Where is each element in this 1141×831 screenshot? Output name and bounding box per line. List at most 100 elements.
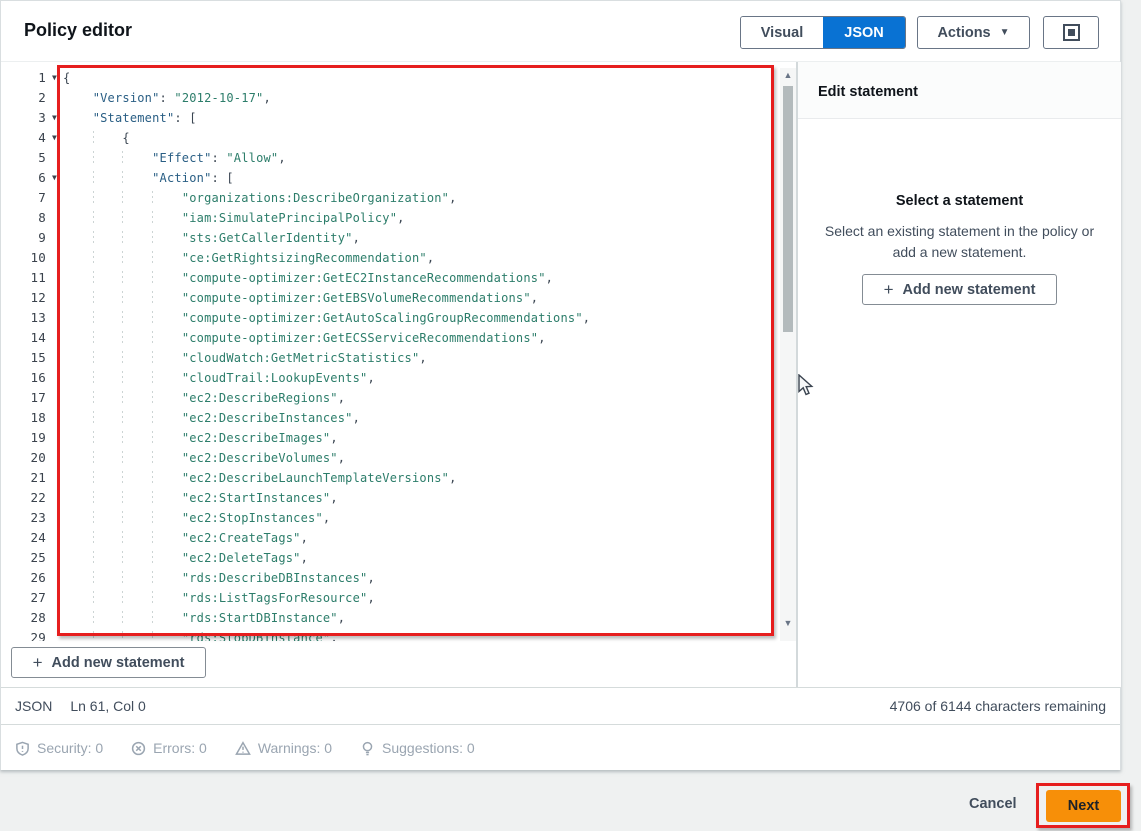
code-line: 4▼ { (1, 128, 780, 148)
code-line: 8 "iam:SimulatePrincipalPolicy", (1, 208, 780, 228)
code-line: 2 "Version": "2012-10-17", (1, 88, 780, 108)
next-button[interactable]: Next (1046, 790, 1121, 822)
security-findings[interactable]: Security: 0 (15, 740, 103, 756)
code-line: 17 "ec2:DescribeRegions", (1, 388, 780, 408)
line-number: 7 (1, 188, 46, 208)
add-new-statement-label: Add new statement (52, 655, 185, 671)
code-line: 15 "cloudWatch:GetMetricStatistics", (1, 348, 780, 368)
line-number: 22 (1, 488, 46, 508)
cancel-button[interactable]: Cancel (969, 796, 1017, 812)
scroll-down-icon[interactable]: ▼ (780, 618, 796, 628)
line-number: 24 (1, 528, 46, 548)
security-shield-icon (15, 741, 30, 756)
code-line: 26 "rds:DescribeDBInstances", (1, 568, 780, 588)
code-line: 13 "compute-optimizer:GetAutoScalingGrou… (1, 308, 780, 328)
editor-pane: 1▼{2 "Version": "2012-10-17",3▼ "Stateme… (1, 62, 796, 687)
editor-statusbar: JSON Ln 61, Col 0 4706 of 6144 character… (1, 687, 1120, 725)
code-line: 6▼ "Action": [ (1, 168, 780, 188)
chevron-down-icon: ▼ (1000, 27, 1010, 38)
code-line: 10 "ce:GetRightsizingRecommendation", (1, 248, 780, 268)
line-number: 23 (1, 508, 46, 528)
warnings-icon (235, 741, 251, 756)
line-number: 27 (1, 588, 46, 608)
statement-empty-state: Select a statement Select an existing st… (798, 193, 1121, 305)
window-layout-icon (1063, 24, 1080, 41)
line-number: 14 (1, 328, 46, 348)
json-code-editor[interactable]: 1▼{2 "Version": "2012-10-17",3▼ "Stateme… (1, 68, 780, 641)
errors-findings[interactable]: Errors: 0 (131, 740, 207, 756)
line-number: 10 (1, 248, 46, 268)
line-number: 20 (1, 448, 46, 468)
code-line: 28 "rds:StartDBInstance", (1, 608, 780, 628)
code-line: 7 "organizations:DescribeOrganization", (1, 188, 780, 208)
actions-button-label: Actions (937, 25, 990, 41)
code-line: 3▼ "Statement": [ (1, 108, 780, 128)
line-number: 15 (1, 348, 46, 368)
line-number: 6 (1, 168, 46, 188)
code-line: 1▼{ (1, 68, 780, 88)
actions-button[interactable]: Actions ▼ (917, 16, 1030, 49)
panel-add-new-statement-button[interactable]: + Add new statement (862, 274, 1057, 305)
panel-header: Edit statement (798, 62, 1121, 119)
warnings-findings[interactable]: Warnings: 0 (235, 740, 332, 756)
code-line: 25 "ec2:DeleteTags", (1, 548, 780, 568)
header: Policy editor Visual JSON Actions ▼ (1, 1, 1120, 62)
characters-remaining: 4706 of 6144 characters remaining (890, 698, 1106, 714)
line-number: 2 (1, 88, 46, 108)
issues-bar: Security: 0 Errors: 0 Warnings: 0 Sugges… (1, 726, 1120, 770)
code-line: 27 "rds:ListTagsForResource", (1, 588, 780, 608)
errors-icon (131, 741, 146, 756)
line-number: 29 (1, 628, 46, 641)
line-number: 12 (1, 288, 46, 308)
panel-title: Edit statement (818, 84, 918, 100)
editor-scrollbar[interactable]: ▲ ▼ (780, 68, 796, 641)
code-lines: 1▼{2 "Version": "2012-10-17",3▼ "Stateme… (1, 68, 780, 641)
line-number: 18 (1, 408, 46, 428)
code-line: 18 "ec2:DescribeInstances", (1, 408, 780, 428)
policy-editor-card: Policy editor Visual JSON Actions ▼ 1▼{2… (0, 0, 1121, 770)
code-line: 16 "cloudTrail:LookupEvents", (1, 368, 780, 388)
code-line: 20 "ec2:DescribeVolumes", (1, 448, 780, 468)
plus-icon: + (33, 653, 43, 673)
cursor-position: Ln 61, Col 0 (70, 698, 146, 714)
scroll-up-icon[interactable]: ▲ (780, 70, 796, 80)
line-number: 3 (1, 108, 46, 128)
code-line: 9 "sts:GetCallerIdentity", (1, 228, 780, 248)
fold-toggle-icon[interactable]: ▼ (46, 68, 63, 88)
code-line: 24 "ec2:CreateTags", (1, 528, 780, 548)
line-number: 1 (1, 68, 46, 88)
line-number: 16 (1, 368, 46, 388)
tab-json[interactable]: JSON (823, 17, 905, 48)
line-number: 4 (1, 128, 46, 148)
panel-layout-button[interactable] (1043, 16, 1099, 49)
fold-toggle-icon[interactable]: ▼ (46, 128, 63, 148)
line-number: 5 (1, 148, 46, 168)
line-number: 13 (1, 308, 46, 328)
code-line: 22 "ec2:StartInstances", (1, 488, 780, 508)
fold-toggle-icon[interactable]: ▼ (46, 108, 63, 128)
editor-mode-label: JSON (15, 698, 52, 714)
line-number: 8 (1, 208, 46, 228)
line-number: 21 (1, 468, 46, 488)
code-line: 21 "ec2:DescribeLaunchTemplateVersions", (1, 468, 780, 488)
plus-icon: + (884, 280, 894, 300)
empty-state-text: Select an existing statement in the poli… (798, 221, 1121, 263)
view-toggle: Visual JSON (740, 16, 906, 49)
code-line: 5 "Effect": "Allow", (1, 148, 780, 168)
code-line: 12 "compute-optimizer:GetEBSVolumeRecomm… (1, 288, 780, 308)
panel-add-new-statement-label: Add new statement (903, 282, 1036, 298)
line-number: 19 (1, 428, 46, 448)
code-line: 11 "compute-optimizer:GetEC2InstanceReco… (1, 268, 780, 288)
add-new-statement-button[interactable]: + Add new statement (11, 647, 206, 678)
fold-toggle-icon[interactable]: ▼ (46, 168, 63, 188)
tab-visual[interactable]: Visual (741, 17, 823, 48)
code-line: 29 "rds:StopDBInstance", (1, 628, 780, 641)
code-line: 19 "ec2:DescribeImages", (1, 428, 780, 448)
line-number: 17 (1, 388, 46, 408)
line-number: 11 (1, 268, 46, 288)
edit-statement-panel: Edit statement Select a statement Select… (798, 62, 1121, 687)
scrollbar-thumb[interactable] (783, 86, 793, 332)
code-line: 14 "compute-optimizer:GetECSServiceRecom… (1, 328, 780, 348)
code-line: 23 "ec2:StopInstances", (1, 508, 780, 528)
suggestions-findings[interactable]: Suggestions: 0 (360, 740, 475, 756)
